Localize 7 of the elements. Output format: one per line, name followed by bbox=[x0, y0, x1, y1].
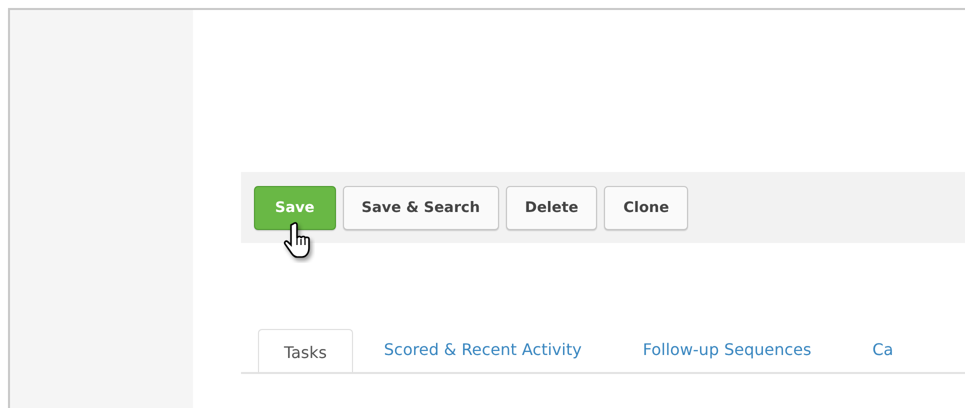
tab[interactable]: Tasks bbox=[258, 329, 353, 372]
tab[interactable]: Ca bbox=[841, 339, 924, 372]
toolbar-button[interactable]: Delete bbox=[506, 186, 598, 230]
toolbar-button[interactable]: Save & Search bbox=[342, 186, 499, 230]
toolbar-button[interactable]: Clone bbox=[604, 186, 688, 230]
tab[interactable]: Follow-up Sequences bbox=[612, 339, 842, 372]
tab[interactable]: Scored & Recent Activity bbox=[352, 339, 612, 372]
